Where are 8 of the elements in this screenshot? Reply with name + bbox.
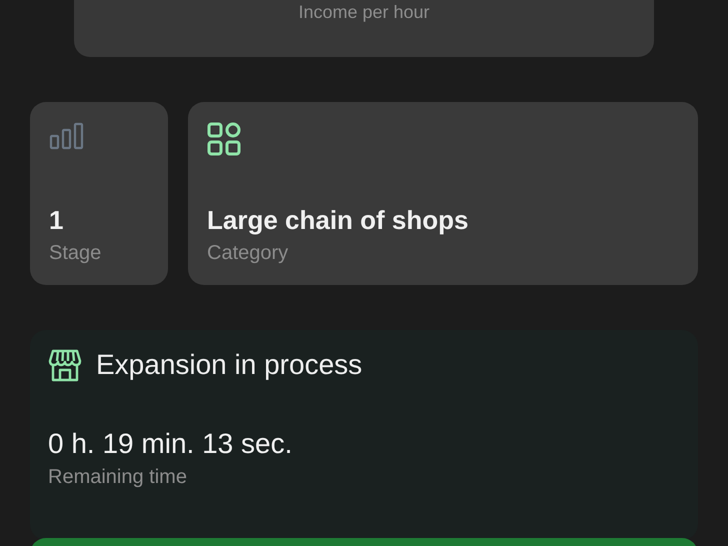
time-label: Remaining time <box>48 466 187 489</box>
remaining-time: 0 h. 19 min. 13 sec. <box>48 428 292 460</box>
stat-label: Stage <box>49 242 102 265</box>
stat-label: Category <box>207 242 290 265</box>
panel-title: Expansion in process <box>96 349 362 381</box>
stat-value: Large chain of shops <box>207 205 470 236</box>
stat-value: 1 <box>49 205 64 236</box>
card-label: Income per hour <box>298 2 430 23</box>
